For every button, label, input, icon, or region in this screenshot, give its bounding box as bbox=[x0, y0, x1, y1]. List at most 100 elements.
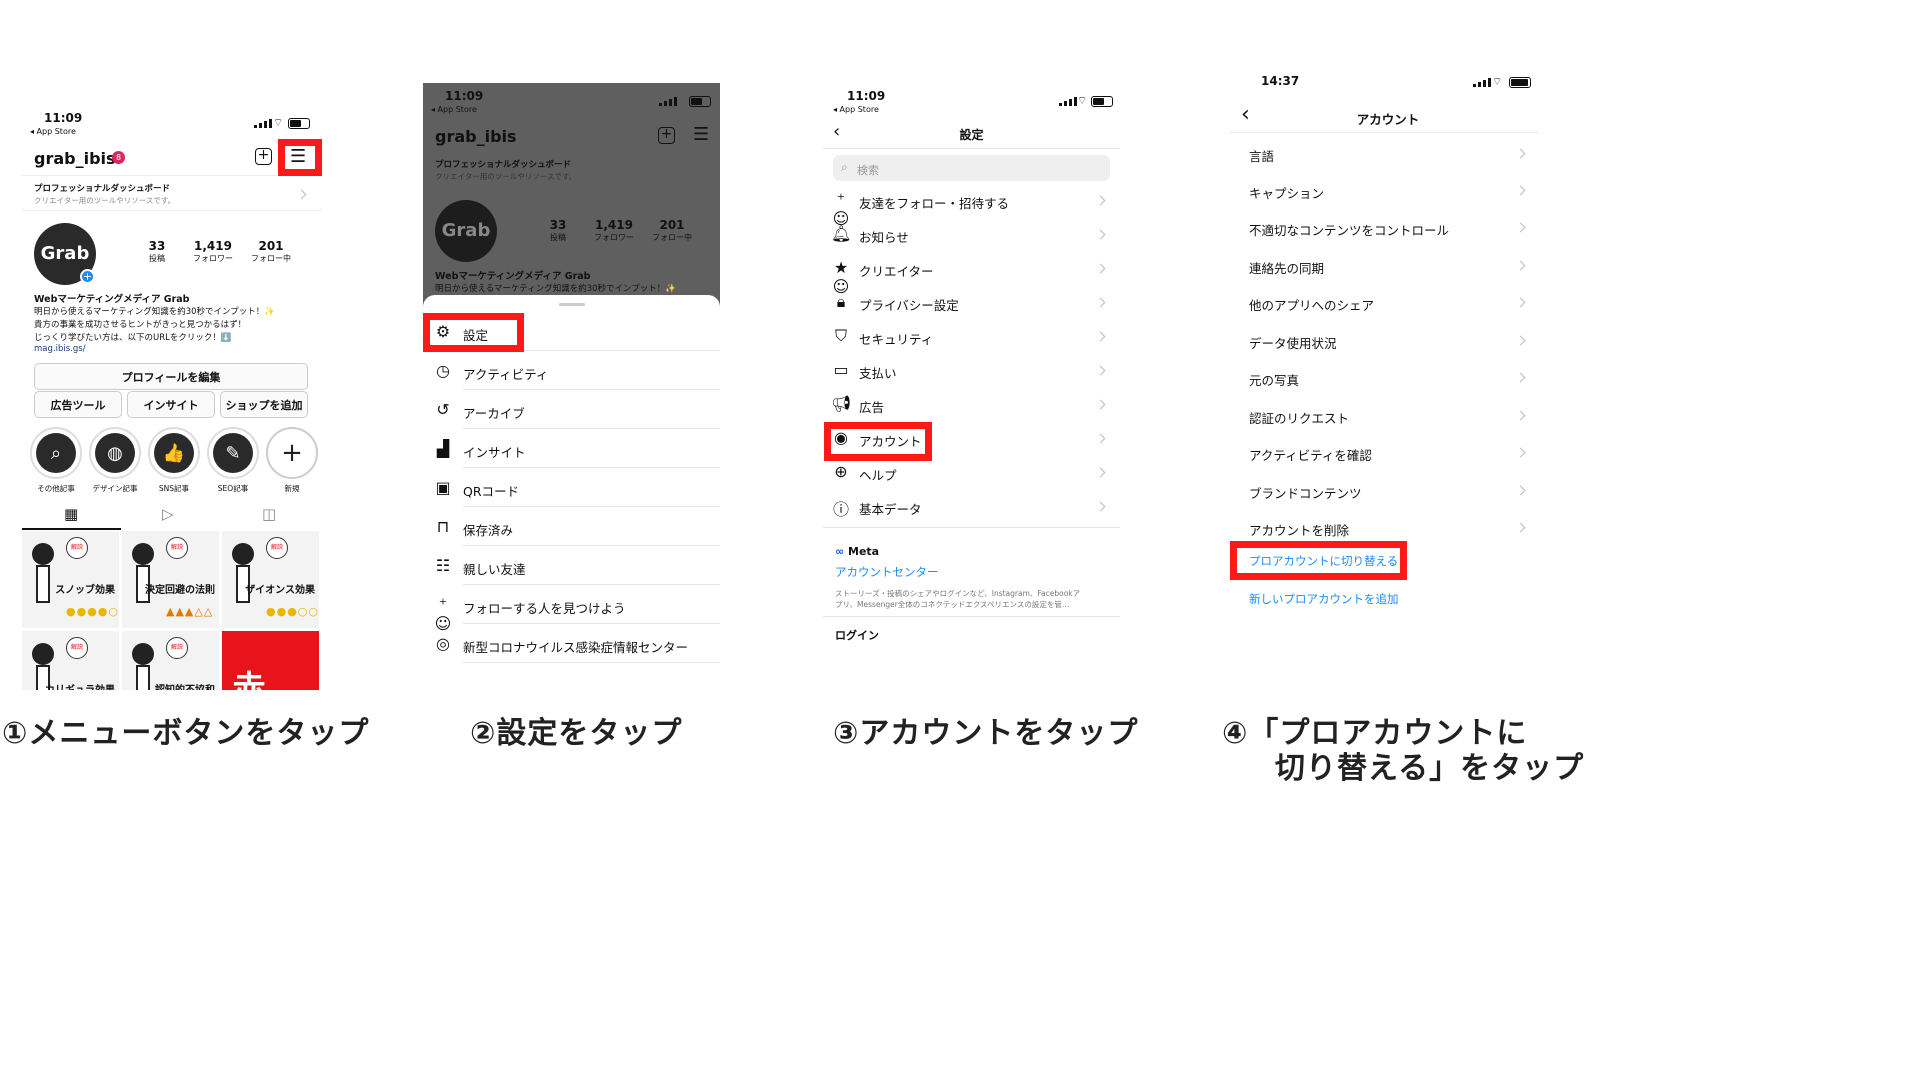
account-row-label: アクティビティを確認 bbox=[1249, 448, 1372, 463]
back-to-app-store[interactable]: ◂ App Store bbox=[431, 105, 477, 114]
info-icon: ⓘ bbox=[832, 500, 849, 519]
settings-row-security[interactable]: ⛉ セキュリティ bbox=[823, 319, 1120, 353]
account-center-link[interactable]: アカウントセンター bbox=[835, 564, 939, 580]
ad-tools-button[interactable]: 広告ツール bbox=[34, 391, 122, 418]
insights-button[interactable]: インサイト bbox=[127, 391, 215, 418]
bookmark-icon: ⊓ bbox=[436, 517, 450, 536]
post-tile[interactable]: 解説 決定回避の法則 ▲▲▲△△ bbox=[122, 531, 219, 628]
bio-name: Webマーケティングメディア Grab bbox=[34, 294, 190, 305]
account-row-label: 認証のリクエスト bbox=[1249, 411, 1350, 426]
settings-row-label: ヘルプ bbox=[859, 468, 897, 483]
menu-item-discover-people[interactable]: ⁺☺ フォローする人を見つけよう bbox=[423, 586, 720, 633]
account-row-sharing[interactable]: 他のアプリへのシェア bbox=[1229, 284, 1539, 321]
stat-number: 33 bbox=[549, 218, 567, 232]
profile-username: grab_ibis bbox=[34, 149, 116, 168]
search-input[interactable]: ⌕ 検索 bbox=[833, 155, 1110, 181]
post-tile[interactable]: 解説カリギュラ効果 bbox=[22, 631, 119, 690]
post-tile[interactable]: 解説 ザイオンス効果 ●●●○○ bbox=[222, 531, 319, 628]
chevron-right-icon bbox=[1515, 222, 1526, 233]
tagged-tab-icon[interactable]: ◫ bbox=[262, 505, 276, 523]
account-row-verification[interactable]: 認証のリクエスト bbox=[1229, 397, 1539, 434]
account-row-original-photos[interactable]: 元の写真 bbox=[1229, 359, 1539, 396]
settings-row-about[interactable]: ⓘ 基本データ bbox=[823, 489, 1120, 523]
professional-dashboard[interactable]: プロフェッショナルダッシュボード クリエイター用のツールやリソースです。 bbox=[22, 175, 322, 211]
chevron-right-icon bbox=[1095, 433, 1106, 444]
qr-code-icon: ▣ bbox=[435, 478, 451, 497]
post-tile[interactable]: 解説認知的不協和 bbox=[122, 631, 219, 690]
sheet-handle[interactable] bbox=[559, 303, 585, 306]
settings-row-label: 支払い bbox=[859, 366, 897, 381]
chevron-right-icon bbox=[1515, 297, 1526, 308]
stat-number: 33 bbox=[148, 239, 166, 253]
section-divider bbox=[823, 527, 1120, 528]
back-to-app-store[interactable]: ◂ App Store bbox=[30, 127, 76, 136]
menu-item-saved[interactable]: ⊓ 保存済み bbox=[423, 508, 720, 546]
settings-row-follow-invite[interactable]: ⁺☺ 友達をフォロー・招待する bbox=[823, 183, 1120, 228]
settings-row-privacy[interactable]: 🔒︎ プライバシー設定 bbox=[823, 285, 1120, 319]
stat-following[interactable]: 201 フォロー中 bbox=[246, 239, 296, 264]
dashboard-title: プロフェッショナルダッシュボード bbox=[34, 184, 171, 194]
menu-item-archive[interactable]: ↺ アーカイブ bbox=[423, 391, 720, 429]
highlight-sns[interactable]: 👍 bbox=[148, 427, 200, 479]
highlight-design[interactable]: ◍ bbox=[89, 427, 141, 479]
chevron-right-icon bbox=[1515, 410, 1526, 421]
post-tile[interactable]: 赤 bbox=[222, 631, 319, 690]
menu-item-insights[interactable]: ▟ インサイト bbox=[423, 430, 720, 468]
highlight-seo[interactable]: ✎ bbox=[207, 427, 259, 479]
screen-menu: 11:09 ◂ App Store grab_ibis + ☰ プロフェッショナ… bbox=[423, 83, 720, 668]
status-time: 11:09 bbox=[847, 89, 886, 103]
chevron-right-icon bbox=[1515, 148, 1526, 159]
account-row-activity[interactable]: アクティビティを確認 bbox=[1229, 434, 1539, 471]
settings-row-creator[interactable]: ★☺ クリエイター bbox=[823, 251, 1120, 296]
menu-item-activity[interactable]: ◷ アクティビティ bbox=[423, 352, 720, 390]
chevron-right-icon bbox=[1095, 195, 1106, 206]
stat-number: 1,419 bbox=[194, 239, 232, 253]
dimmed-profile: 11:09 ◂ App Store grab_ibis + ☰ プロフェッショナ… bbox=[423, 83, 720, 313]
menu-item-close-friends[interactable]: ☷ 親しい友達 bbox=[423, 547, 720, 585]
account-row-label: 不適切なコンテンツをコントロール bbox=[1249, 223, 1450, 238]
stat-label: 投稿 bbox=[149, 254, 165, 263]
stat-followers[interactable]: 1,419 フォロワー bbox=[188, 239, 238, 264]
menu-item-qr-code[interactable]: ▣ QRコード bbox=[423, 469, 720, 507]
add-shop-button[interactable]: ショップを追加 bbox=[220, 391, 308, 418]
account-row-label: データ使用状況 bbox=[1249, 336, 1337, 351]
battery-icon bbox=[1091, 96, 1113, 107]
stat-followers: 1,419 フォロワー bbox=[589, 218, 639, 243]
post-tile[interactable]: 解説 スノッブ効果 ●●●●○ bbox=[22, 531, 119, 628]
chevron-right-icon bbox=[1095, 331, 1106, 342]
menu-item-label: QRコード bbox=[463, 484, 520, 499]
create-post-icon: + bbox=[658, 127, 675, 144]
highlight-other[interactable]: ⌕ bbox=[30, 427, 82, 479]
bio-link[interactable]: mag.ibis.gs/ bbox=[34, 344, 86, 354]
reels-tab-icon[interactable]: ▷ bbox=[162, 505, 174, 523]
edit-profile-button[interactable]: プロフィールを編集 bbox=[34, 363, 308, 390]
highlight-new[interactable]: + bbox=[266, 427, 318, 479]
card-icon: ▭ bbox=[833, 360, 849, 379]
dashboard-subtitle: クリエイター用のツールやリソースです。 bbox=[34, 196, 176, 205]
chevron-right-icon bbox=[1515, 522, 1526, 533]
account-row-contact-sync[interactable]: 連絡先の同期 bbox=[1229, 247, 1539, 284]
account-row-data-usage[interactable]: データ使用状況 bbox=[1229, 322, 1539, 359]
status-time: 11:09 bbox=[445, 89, 484, 103]
grid-tab-icon[interactable]: ▦ bbox=[64, 505, 78, 523]
screen-account: 14:37 ⌔ ‹ アカウント 言語 キャプション 不適切なコンテンツをコントロ… bbox=[1229, 62, 1539, 622]
status-time: 11:09 bbox=[44, 111, 83, 125]
menu-item-covid-center[interactable]: ◎ 新型コロナウイルス感染症情報センター bbox=[423, 625, 720, 663]
account-row-captions[interactable]: キャプション bbox=[1229, 172, 1539, 209]
account-row-sensitive-content[interactable]: 不適切なコンテンツをコントロール bbox=[1229, 209, 1539, 246]
account-row-branded-content[interactable]: ブランドコンテンツ bbox=[1229, 472, 1539, 509]
chevron-right-icon bbox=[1515, 185, 1526, 196]
archive-icon: ↺ bbox=[436, 400, 450, 419]
add-story-icon[interactable]: + bbox=[80, 269, 95, 284]
settings-row-payments[interactable]: ▭ 支払い bbox=[823, 353, 1120, 387]
search-icon: ⌕ bbox=[841, 160, 848, 174]
create-post-icon[interactable]: + bbox=[255, 148, 272, 165]
stat-posts[interactable]: 33 投稿 bbox=[140, 239, 174, 264]
add-pro-account-link[interactable]: 新しいプロアカウントを追加 bbox=[1249, 591, 1399, 607]
settings-row-ads[interactable]: 📢︎ 広告 bbox=[823, 387, 1120, 421]
account-row-language[interactable]: 言語 bbox=[1229, 135, 1539, 172]
menu-item-label: フォローする人を見つけよう bbox=[463, 601, 626, 616]
settings-row-notifications[interactable]: 🔔︎ お知らせ bbox=[823, 217, 1120, 251]
signal-icon bbox=[659, 97, 677, 106]
back-to-app-store[interactable]: ◂ App Store bbox=[833, 105, 879, 114]
